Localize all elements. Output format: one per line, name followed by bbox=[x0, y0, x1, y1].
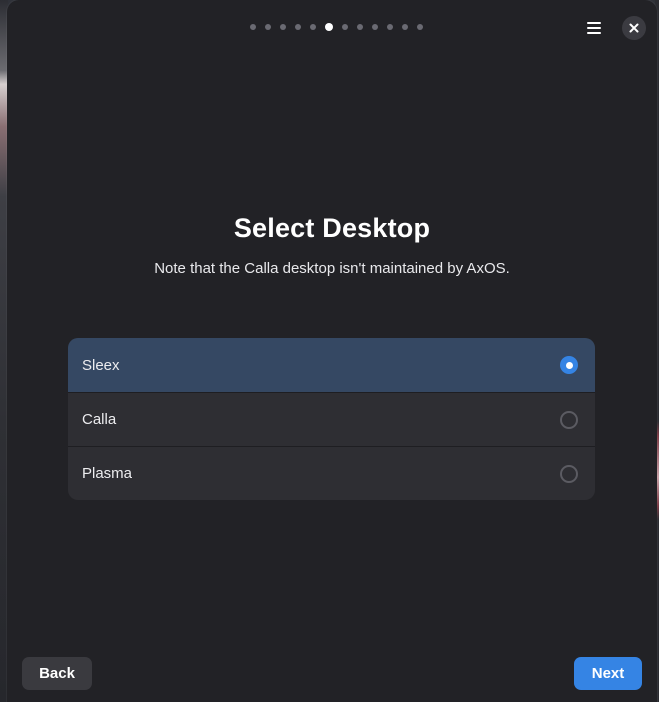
step-dot bbox=[295, 24, 301, 30]
desktop-option-plasma[interactable]: Plasma bbox=[68, 446, 595, 500]
hamburger-menu-icon bbox=[587, 22, 601, 34]
desktop-list: Sleex Calla Plasma bbox=[68, 338, 595, 500]
step-dot bbox=[402, 24, 408, 30]
next-button[interactable]: Next bbox=[574, 657, 642, 690]
radio-button[interactable] bbox=[560, 410, 578, 429]
step-dot bbox=[280, 24, 286, 30]
desktop-option-label: Plasma bbox=[82, 465, 133, 482]
step-indicator bbox=[250, 23, 423, 31]
desktop-option-label: Sleex bbox=[82, 356, 120, 374]
setup-window: Select Desktop Note that the Calla deskt… bbox=[7, 0, 657, 702]
back-button[interactable]: Back bbox=[22, 657, 92, 690]
step-dot bbox=[372, 24, 378, 30]
desktop-option-sleex[interactable]: Sleex bbox=[68, 338, 595, 392]
step-dot bbox=[342, 24, 348, 30]
page-title: Select Desktop bbox=[233, 213, 431, 243]
close-button[interactable] bbox=[622, 16, 646, 40]
desktop-option-calla[interactable]: Calla bbox=[68, 392, 595, 446]
step-dot bbox=[357, 24, 363, 30]
step-dot bbox=[265, 24, 271, 30]
radio-button-checked[interactable] bbox=[560, 356, 578, 374]
step-dot bbox=[310, 24, 316, 30]
main-menu-button[interactable] bbox=[580, 16, 608, 40]
step-dot bbox=[250, 24, 256, 30]
step-dot-active bbox=[325, 23, 333, 31]
step-dot bbox=[387, 24, 393, 30]
close-icon bbox=[629, 23, 639, 33]
page-subtitle: Note that the Calla desktop isn't mainta… bbox=[154, 260, 510, 277]
desktop-option-label: Calla bbox=[82, 411, 117, 428]
radio-button[interactable] bbox=[560, 464, 578, 483]
step-dot bbox=[417, 24, 423, 30]
